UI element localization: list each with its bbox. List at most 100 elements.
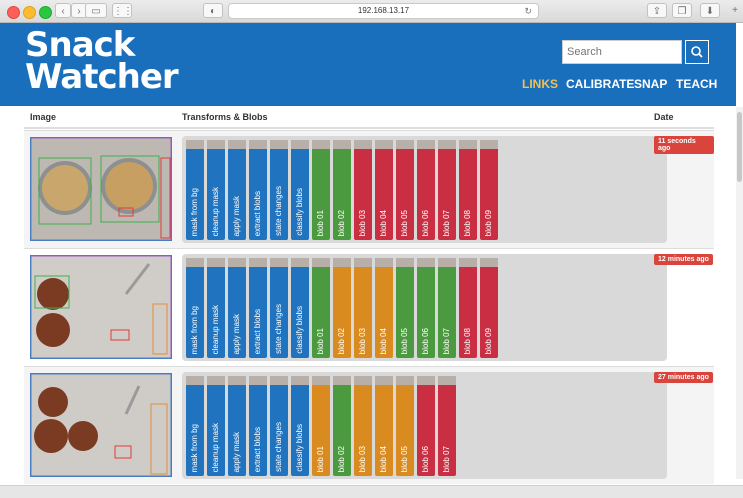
transform-stack[interactable]: blob 06 (417, 376, 435, 476)
transform-stack[interactable]: blob 05 (396, 376, 414, 476)
transform-button[interactable]: apply mask (228, 267, 246, 358)
transform-button[interactable]: blob 09 (480, 149, 498, 240)
transform-thumbnail[interactable] (459, 140, 477, 149)
transform-stack[interactable]: blob 01 (312, 140, 330, 240)
transform-button[interactable]: apply mask (228, 149, 246, 240)
transform-stack[interactable]: blob 03 (354, 140, 372, 240)
sidebar-toggle-button[interactable]: ▭ (85, 3, 107, 18)
transform-stack[interactable]: extract blobs (249, 376, 267, 476)
transform-thumbnail[interactable] (375, 376, 393, 385)
transform-thumbnail[interactable] (249, 376, 267, 385)
transform-button[interactable]: extract blobs (249, 267, 267, 358)
transform-stack[interactable]: blob 03 (354, 258, 372, 358)
transform-thumbnail[interactable] (417, 376, 435, 385)
transform-stack[interactable]: blob 04 (375, 258, 393, 358)
nav-teach[interactable]: TEACH (676, 77, 717, 91)
transform-thumbnail[interactable] (270, 376, 288, 385)
transform-thumbnail[interactable] (270, 140, 288, 149)
transform-button[interactable]: mask from bg (186, 267, 204, 358)
transform-thumbnail[interactable] (396, 376, 414, 385)
transform-thumbnail[interactable] (207, 140, 225, 149)
transform-stack[interactable]: state changes (270, 376, 288, 476)
nav-links[interactable]: LINKS (522, 77, 558, 91)
transform-stack[interactable]: classify blobs (291, 140, 309, 240)
transform-stack[interactable]: extract blobs (249, 140, 267, 240)
transform-button[interactable]: blob 08 (459, 267, 477, 358)
transform-thumbnail[interactable] (249, 140, 267, 149)
transform-thumbnail[interactable] (270, 258, 288, 267)
transform-thumbnail[interactable] (375, 140, 393, 149)
transform-button[interactable]: blob 03 (354, 267, 372, 358)
transform-thumbnail[interactable] (207, 258, 225, 267)
transform-stack[interactable]: state changes (270, 140, 288, 240)
transform-thumbnail[interactable] (186, 258, 204, 267)
transform-thumbnail[interactable] (186, 140, 204, 149)
transform-thumbnail[interactable] (354, 140, 372, 149)
transform-stack[interactable]: blob 03 (354, 376, 372, 476)
nav-calibrate[interactable]: CALIBRATE (566, 77, 634, 91)
privacy-button[interactable]: ◐ (203, 3, 223, 18)
downloads-button[interactable]: ⬇ (700, 3, 720, 18)
transform-button[interactable]: blob 07 (438, 385, 456, 476)
transform-button[interactable]: classify blobs (291, 149, 309, 240)
transform-button[interactable]: blob 05 (396, 267, 414, 358)
transform-thumbnail[interactable] (354, 258, 372, 267)
transform-button[interactable]: blob 04 (375, 149, 393, 240)
snapshot-thumbnail[interactable] (30, 137, 172, 241)
transform-stack[interactable]: apply mask (228, 258, 246, 358)
transform-stack[interactable]: cleanup mask (207, 376, 225, 476)
transform-stack[interactable]: classify blobs (291, 376, 309, 476)
search-input[interactable] (562, 40, 682, 64)
transform-thumbnail[interactable] (249, 258, 267, 267)
transform-thumbnail[interactable] (333, 140, 351, 149)
transform-thumbnail[interactable] (438, 376, 456, 385)
transform-thumbnail[interactable] (417, 140, 435, 149)
transform-thumbnail[interactable] (459, 258, 477, 267)
transform-button[interactable]: blob 04 (375, 267, 393, 358)
transform-button[interactable]: blob 01 (312, 149, 330, 240)
snapshot-thumbnail[interactable] (30, 373, 172, 477)
transform-button[interactable]: cleanup mask (207, 385, 225, 476)
transform-button[interactable]: blob 02 (333, 149, 351, 240)
transform-stack[interactable]: blob 04 (375, 376, 393, 476)
transform-stack[interactable]: blob 04 (375, 140, 393, 240)
transform-stack[interactable]: blob 02 (333, 140, 351, 240)
transform-button[interactable]: extract blobs (249, 385, 267, 476)
transform-stack[interactable]: blob 05 (396, 140, 414, 240)
transform-stack[interactable]: blob 05 (396, 258, 414, 358)
transform-stack[interactable]: blob 06 (417, 258, 435, 358)
transform-thumbnail[interactable] (333, 258, 351, 267)
transform-button[interactable]: state changes (270, 267, 288, 358)
transform-stack[interactable]: blob 07 (438, 140, 456, 240)
transform-stack[interactable]: blob 01 (312, 376, 330, 476)
transform-button[interactable]: blob 01 (312, 267, 330, 358)
transform-stack[interactable]: blob 07 (438, 258, 456, 358)
new-tab-button[interactable]: + (728, 3, 742, 18)
transform-thumbnail[interactable] (396, 258, 414, 267)
zoom-window-button[interactable] (39, 6, 52, 19)
transform-button[interactable]: state changes (270, 149, 288, 240)
transform-stack[interactable]: mask from bg (186, 140, 204, 240)
transform-thumbnail[interactable] (438, 258, 456, 267)
transform-button[interactable]: classify blobs (291, 267, 309, 358)
transform-button[interactable]: classify blobs (291, 385, 309, 476)
transform-stack[interactable]: apply mask (228, 376, 246, 476)
share-button[interactable]: ⇪ (647, 3, 667, 18)
transform-button[interactable]: blob 07 (438, 267, 456, 358)
transform-button[interactable]: blob 02 (333, 385, 351, 476)
transform-thumbnail[interactable] (207, 376, 225, 385)
transform-button[interactable]: blob 03 (354, 385, 372, 476)
transform-thumbnail[interactable] (291, 258, 309, 267)
transform-thumbnail[interactable] (417, 258, 435, 267)
top-sites-button[interactable]: ⋮⋮ (112, 3, 133, 18)
transform-thumbnail[interactable] (312, 258, 330, 267)
transform-stack[interactable]: blob 06 (417, 140, 435, 240)
transform-thumbnail[interactable] (480, 258, 498, 267)
transform-button[interactable]: blob 04 (375, 385, 393, 476)
transform-stack[interactable]: cleanup mask (207, 258, 225, 358)
search-button[interactable] (685, 40, 709, 64)
transform-button[interactable]: blob 07 (438, 149, 456, 240)
transform-thumbnail[interactable] (291, 140, 309, 149)
transform-stack[interactable]: cleanup mask (207, 140, 225, 240)
transform-button[interactable]: blob 09 (480, 267, 498, 358)
